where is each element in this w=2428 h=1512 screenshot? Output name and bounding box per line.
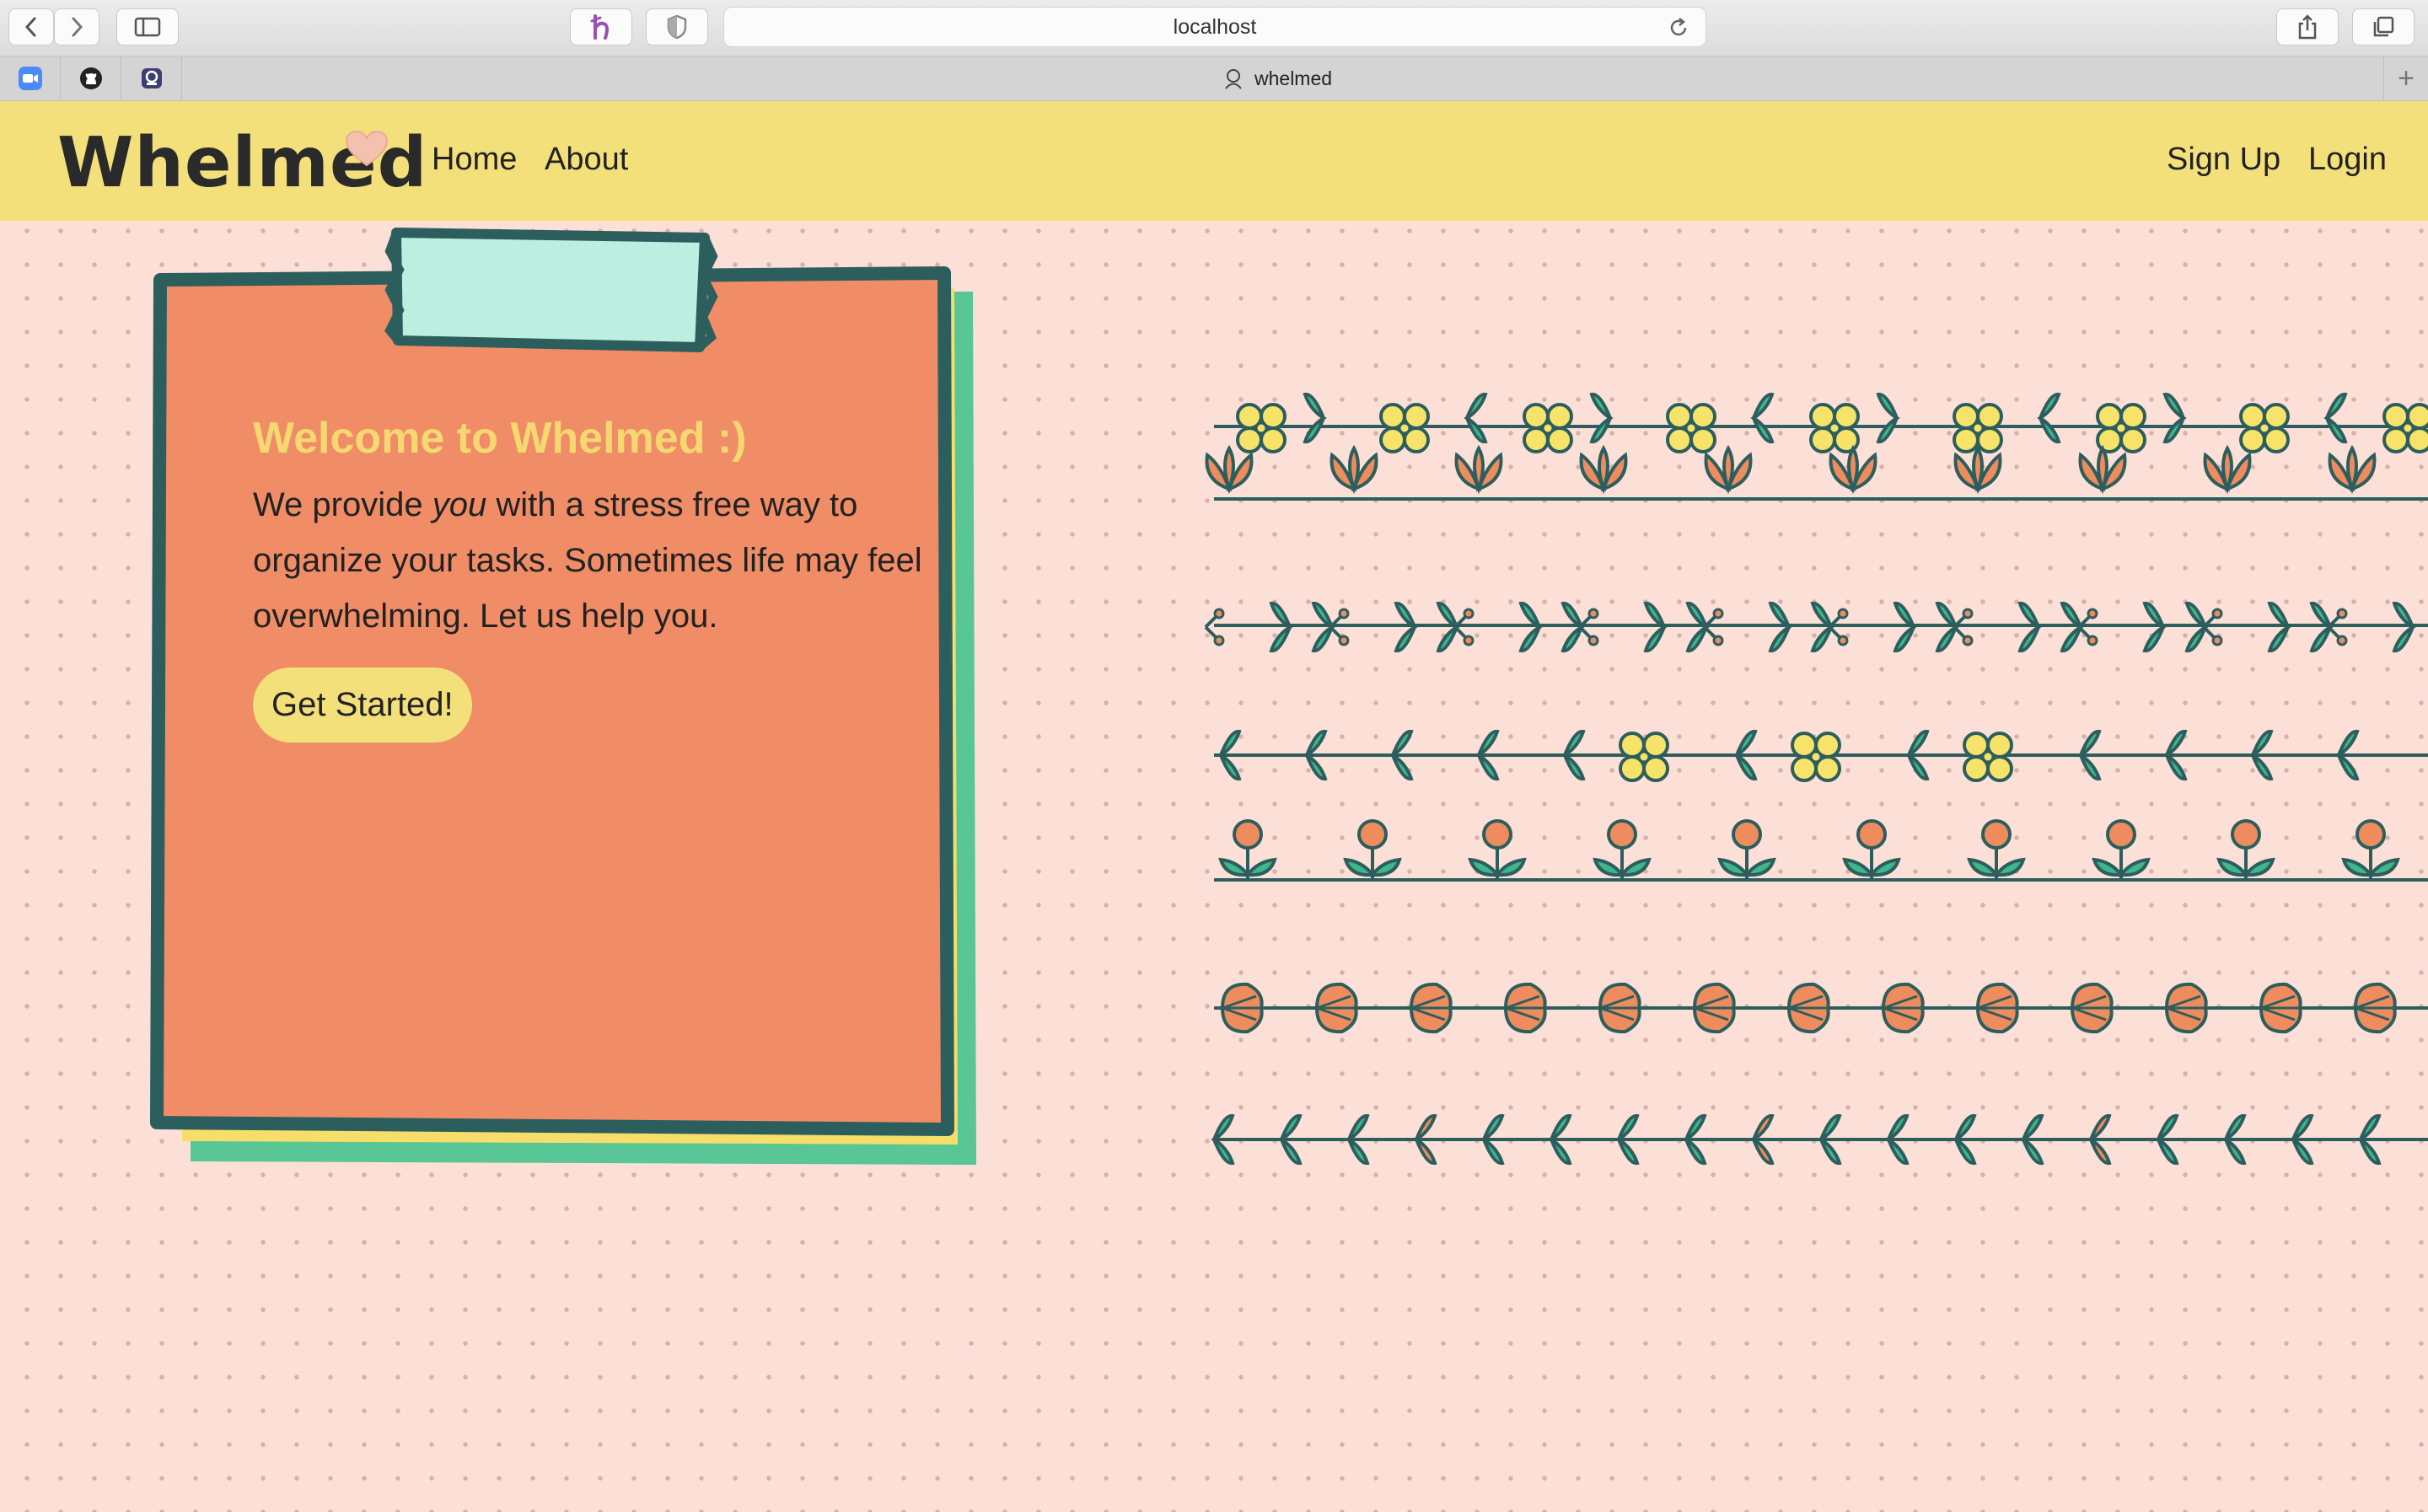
tab-bar: whelmed +: [0, 56, 2428, 101]
bud-icon: [1829, 444, 1877, 495]
leaf-icon: [1464, 392, 1488, 444]
shield-icon: [667, 14, 687, 40]
share-icon: [2298, 14, 2317, 40]
shell-flower-icon: [1314, 982, 1358, 1034]
bud-icon: [1205, 444, 1254, 495]
pinned-tab-zoom[interactable]: [0, 56, 61, 100]
nav-about-link[interactable]: About: [545, 142, 628, 178]
forward-icon: [72, 17, 83, 37]
flower-icon: [2239, 403, 2290, 453]
flower-icon: [1953, 403, 2003, 453]
tabs-icon: [2373, 16, 2394, 37]
shell-flower-icon: [2353, 982, 2397, 1034]
bud-icon: [2328, 444, 2377, 495]
address-bar[interactable]: localhost: [723, 7, 1706, 47]
bud-icon: [2203, 444, 2252, 495]
bud-icon: [1454, 444, 1503, 495]
flower-icon: [1809, 403, 1860, 453]
tulip-icon: [2216, 819, 2275, 878]
shell-flower-icon: [2164, 982, 2208, 1034]
flower-icon: [1963, 732, 2013, 782]
back-button[interactable]: [8, 8, 54, 46]
leaf-icon: [1876, 392, 1900, 444]
flower-icon: [1236, 403, 1287, 453]
new-tab-button[interactable]: +: [2383, 56, 2428, 100]
shell-flower-icon: [1409, 982, 1453, 1034]
flower-icon: [1791, 732, 1841, 782]
browser-toolbar: localhost: [0, 0, 2428, 56]
flower-icon: [2382, 403, 2428, 453]
heart-icon: [345, 130, 389, 167]
sidebar-button[interactable]: [116, 8, 179, 46]
tulip-icon: [1593, 819, 1652, 878]
bud-icon: [1953, 444, 2002, 495]
flower-icon: [1379, 403, 1430, 453]
desc-part-1: We provide: [253, 486, 432, 523]
shell-flower-icon: [1786, 982, 1830, 1034]
shell-flower-icon: [2070, 982, 2114, 1034]
flower-icon: [2096, 403, 2146, 453]
flower-icon: [1523, 403, 1573, 453]
shell-flower-icon: [1881, 982, 1925, 1034]
tab-title-text: whelmed: [1254, 67, 1333, 89]
shell-flower-icon: [2259, 982, 2302, 1034]
welcome-description: We provide you with a stress free way to…: [253, 477, 944, 644]
tulip-icon: [1468, 819, 1527, 878]
extension-h-button[interactable]: [570, 8, 632, 46]
tab-favicon-icon: [1225, 69, 1242, 89]
desc-emphasis: you: [432, 486, 487, 523]
github-icon: [79, 67, 102, 89]
leaf-icon: [1303, 392, 1327, 444]
share-button[interactable]: [2276, 8, 2339, 46]
leaf-icon: [2162, 392, 2187, 444]
shell-flower-icon: [1220, 982, 1264, 1034]
flower-icon: [1619, 732, 1669, 782]
welcome-title: Welcome to Whelmed :): [253, 414, 747, 463]
bud-icon: [2078, 444, 2127, 495]
get-started-button[interactable]: Get Started!: [253, 668, 472, 743]
tabs-overview-button[interactable]: [2352, 8, 2415, 46]
sidebar-icon: [134, 17, 161, 37]
leaf-icon: [1589, 392, 1614, 444]
extension-h-icon: [590, 14, 609, 40]
shell-flower-icon: [1598, 982, 1641, 1034]
shield-button[interactable]: [646, 8, 708, 46]
url-text: localhost: [1173, 14, 1257, 39]
bookmark-icon: [141, 68, 162, 88]
shell-flower-icon: [1692, 982, 1736, 1034]
bud-icon: [1579, 444, 1628, 495]
tulip-icon: [2341, 819, 2400, 878]
pinned-tab-github[interactable]: [61, 56, 121, 100]
leaf-icon: [2037, 392, 2061, 444]
new-tab-label: +: [2398, 62, 2415, 94]
floral-illustration: [1204, 392, 2428, 1166]
shell-flower-icon: [1975, 982, 2019, 1034]
bud-icon: [1329, 444, 1378, 495]
pinned-tab-bookmark[interactable]: [121, 56, 182, 100]
welcome-card: Welcome to Whelmed :) We provide you wit…: [253, 413, 944, 743]
forward-button[interactable]: [54, 8, 99, 46]
active-tab[interactable]: whelmed: [1222, 56, 1332, 100]
tulip-icon: [1717, 819, 1776, 878]
leaf-icon: [2323, 392, 2348, 444]
bud-icon: [1704, 444, 1753, 495]
nav-home-link[interactable]: Home: [432, 142, 517, 178]
tulip-icon: [1842, 819, 1901, 878]
back-icon: [24, 17, 36, 37]
flower-icon: [1666, 403, 1716, 453]
tulip-icon: [1967, 819, 2026, 878]
leaf-icon: [1750, 392, 1775, 444]
tulip-icon: [1218, 819, 1277, 878]
tulip-icon: [2092, 819, 2151, 878]
zoom-icon: [18, 67, 42, 90]
shell-flower-icon: [1503, 982, 1547, 1034]
tulip-icon: [1343, 819, 1402, 878]
card-tape: [391, 228, 710, 352]
reload-icon[interactable]: [1667, 16, 1690, 40]
